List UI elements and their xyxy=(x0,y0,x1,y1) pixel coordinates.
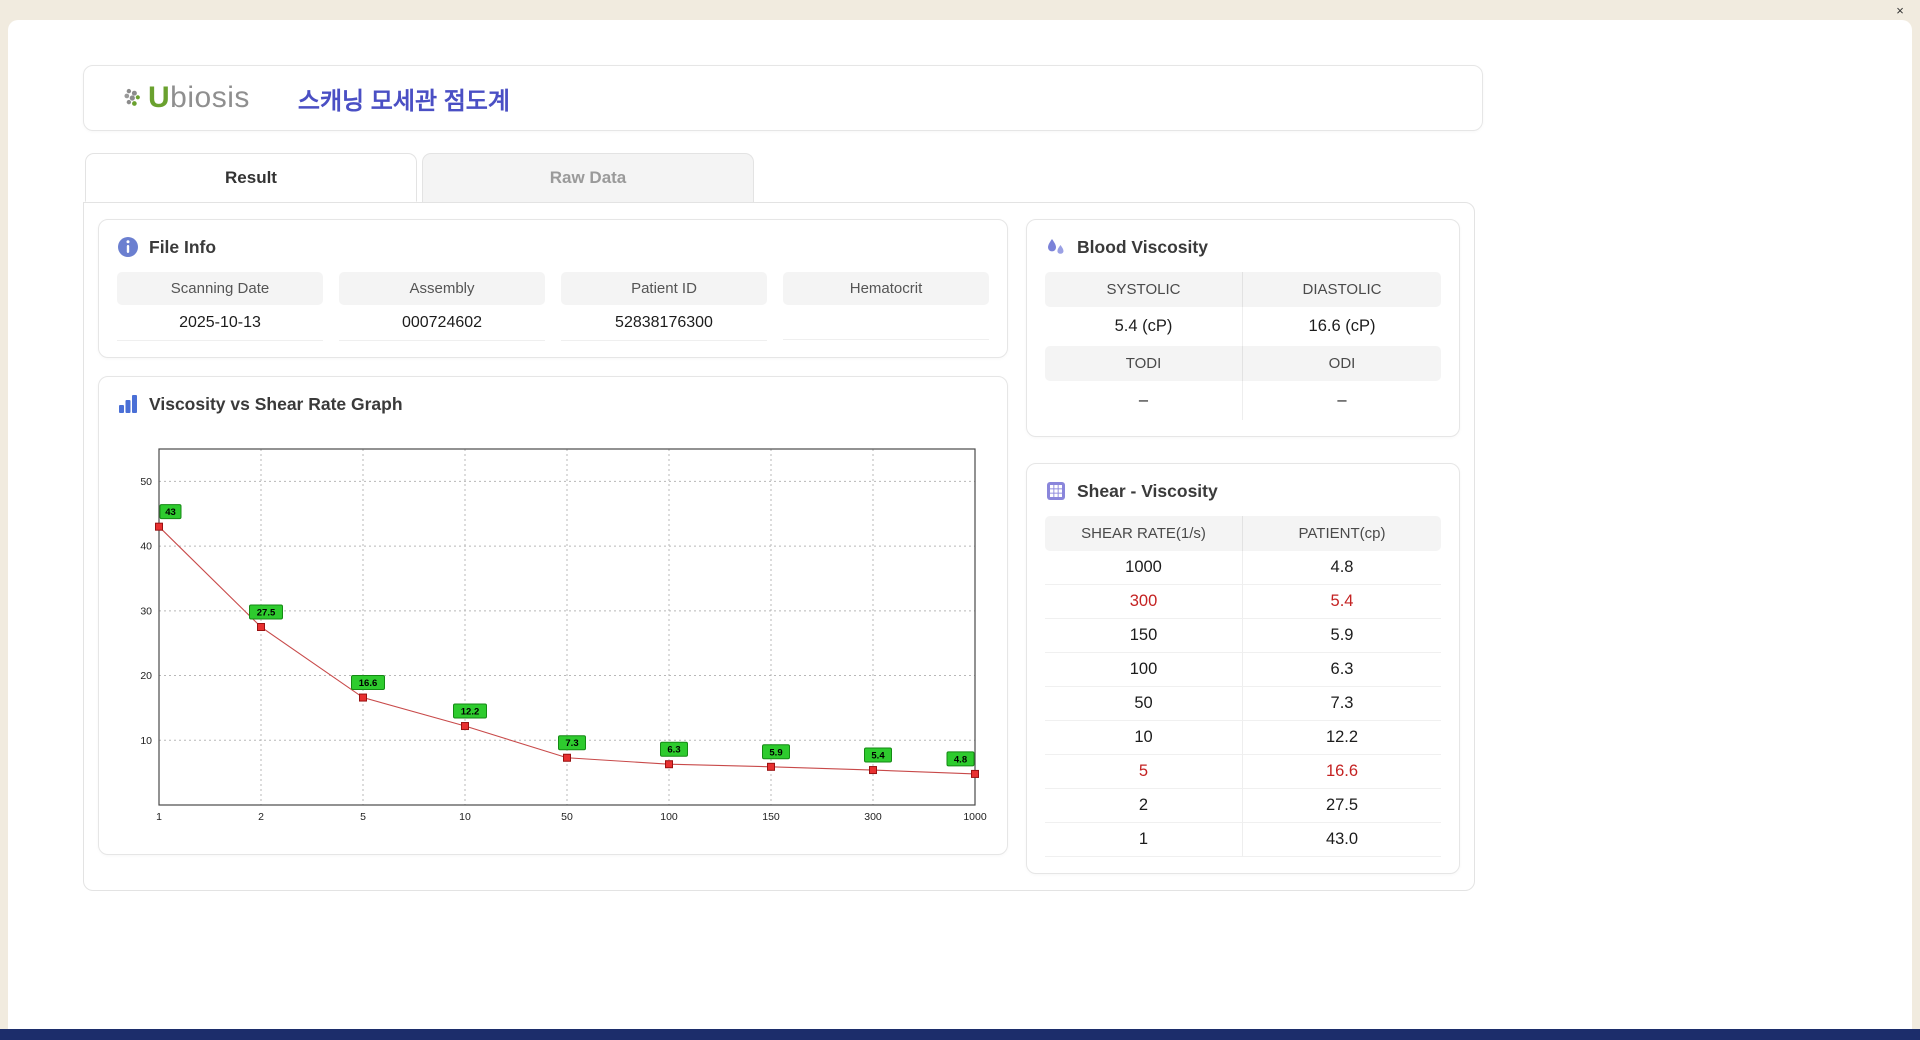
blood-viscosity-table: SYSTOLIC DIASTOLIC 5.4 (cP) 16.6 (cP) TO… xyxy=(1045,272,1441,420)
svg-text:5.4: 5.4 xyxy=(871,751,885,762)
svg-text:43: 43 xyxy=(165,507,176,518)
bar-chart-icon xyxy=(119,395,137,413)
sv-patient-value: 5.4 xyxy=(1243,585,1441,619)
tab-raw-data[interactable]: Raw Data xyxy=(422,153,754,202)
sv-patient-value: 5.9 xyxy=(1243,619,1441,653)
field-value: 2025-10-13 xyxy=(117,305,323,341)
svg-text:100: 100 xyxy=(660,811,678,823)
field-label: Hematocrit xyxy=(783,272,989,305)
shear-viscosity-panel: Shear - Viscosity SHEAR RATE(1/s) PATIEN… xyxy=(1026,463,1460,874)
svg-text:20: 20 xyxy=(140,670,152,682)
sv-shear-value: 100 xyxy=(1045,653,1243,687)
svg-text:4.8: 4.8 xyxy=(954,754,967,765)
window-close-icon[interactable]: × xyxy=(1892,2,1908,18)
tab-result[interactable]: Result xyxy=(85,153,417,202)
file-info-field-assembly: Assembly 000724602 xyxy=(339,272,545,341)
svg-text:1: 1 xyxy=(156,811,162,823)
sv-header-shear-rate: SHEAR RATE(1/s) xyxy=(1045,516,1243,551)
file-info-title: File Info xyxy=(149,236,217,257)
logo-letter-u: U xyxy=(148,81,171,114)
table-grid-icon xyxy=(1047,482,1065,500)
sv-patient-value: 12.2 xyxy=(1243,721,1441,755)
bv-header-diastolic: DIASTOLIC xyxy=(1243,272,1441,307)
blood-viscosity-panel: Blood Viscosity SYSTOLIC DIASTOLIC 5.4 (… xyxy=(1026,219,1460,437)
shear-viscosity-table: SHEAR RATE(1/s) PATIENT(cp) 1000 4.8 300… xyxy=(1045,516,1441,857)
bottom-taskbar-edge xyxy=(0,1029,1920,1040)
sv-shear-value: 1000 xyxy=(1045,551,1243,585)
sv-patient-value: 6.3 xyxy=(1243,653,1441,687)
sv-patient-value: 4.8 xyxy=(1243,551,1441,585)
svg-text:50: 50 xyxy=(561,811,573,823)
svg-text:1000: 1000 xyxy=(963,811,987,823)
svg-text:300: 300 xyxy=(864,811,882,823)
blood-viscosity-title: Blood Viscosity xyxy=(1077,236,1208,257)
sv-patient-value: 16.6 xyxy=(1243,755,1441,789)
sv-shear-value: 300 xyxy=(1045,585,1243,619)
viscosity-chart: 10 20 30 40 50 1 2 5 10 50 100 150 300 1000 43 27.5 16.6… xyxy=(117,429,989,838)
svg-text:40: 40 xyxy=(140,541,152,553)
file-info-panel: File Info Scanning Date 2025-10-13 Assem… xyxy=(98,219,1008,358)
sv-shear-value: 50 xyxy=(1045,687,1243,721)
app-header: Ubiosis 스캐닝 모세관 점도계 xyxy=(83,65,1483,131)
field-label: Scanning Date xyxy=(117,272,323,305)
viscosity-graph-panel: Viscosity vs Shear Rate Graph 10 20 30 40 50… xyxy=(98,376,1008,855)
viscosity-chart-svg: 10 20 30 40 50 1 2 5 10 50 100 150 300 1000 43 27.5 16.6… xyxy=(140,448,987,823)
svg-text:7.3: 7.3 xyxy=(565,738,578,749)
sv-shear-value: 5 xyxy=(1045,755,1243,789)
bv-header-systolic: SYSTOLIC xyxy=(1045,272,1243,307)
svg-text:10: 10 xyxy=(140,735,152,747)
bv-value-todi: – xyxy=(1045,381,1243,420)
svg-text:5: 5 xyxy=(360,811,366,823)
svg-text:50: 50 xyxy=(140,476,152,488)
bv-value-systolic: 5.4 (cP) xyxy=(1045,307,1243,346)
result-tab-panel: File Info Scanning Date 2025-10-13 Assem… xyxy=(83,202,1475,891)
svg-text:16.6: 16.6 xyxy=(359,678,378,689)
logo-rest: biosis xyxy=(170,81,250,114)
bv-value-diastolic: 16.6 (cP) xyxy=(1308,317,1376,335)
svg-text:150: 150 xyxy=(762,811,780,823)
main-window: Ubiosis 스캐닝 모세관 점도계 Result Raw Data File… xyxy=(8,20,1912,1029)
file-info-field-scanning-date: Scanning Date 2025-10-13 xyxy=(117,272,323,341)
svg-text:2: 2 xyxy=(258,811,264,823)
field-label: Patient ID xyxy=(561,272,767,305)
sv-shear-value: 2 xyxy=(1045,789,1243,823)
bv-value-odi: – xyxy=(1337,391,1347,409)
tab-bar: Result Raw Data xyxy=(85,153,1837,202)
app-title: 스캐닝 모세관 점도계 xyxy=(297,87,510,115)
graph-title: Viscosity vs Shear Rate Graph xyxy=(149,393,403,414)
field-value: 52838176300 xyxy=(561,305,767,341)
sv-shear-value: 10 xyxy=(1045,721,1243,755)
shear-viscosity-title: Shear - Viscosity xyxy=(1077,480,1218,501)
file-info-grid: Scanning Date 2025-10-13 Assembly 000724… xyxy=(117,272,989,341)
file-info-field-patient-id: Patient ID 52838176300 xyxy=(561,272,767,341)
info-icon xyxy=(118,237,138,257)
logo-text: Ubiosis xyxy=(148,81,250,115)
sv-shear-value: 1 xyxy=(1045,823,1243,857)
field-label: Assembly xyxy=(339,272,545,305)
svg-text:12.2: 12.2 xyxy=(461,707,480,718)
bv-header-odi: ODI xyxy=(1243,346,1441,381)
field-value: 000724602 xyxy=(339,305,545,341)
sv-patient-value: 7.3 xyxy=(1243,687,1441,721)
sv-header-patient: PATIENT(cp) xyxy=(1243,516,1441,551)
svg-text:10: 10 xyxy=(459,811,471,823)
svg-text:27.5: 27.5 xyxy=(257,608,276,619)
svg-text:30: 30 xyxy=(140,605,152,617)
svg-text:6.3: 6.3 xyxy=(667,745,680,756)
file-info-field-hematocrit: Hematocrit xyxy=(783,272,989,341)
sv-patient-value: 43.0 xyxy=(1243,823,1441,857)
droplets-icon xyxy=(1048,239,1064,254)
ubiosis-logo-icon xyxy=(124,88,140,106)
ubiosis-logo: Ubiosis xyxy=(122,81,250,115)
sv-shear-value: 150 xyxy=(1045,619,1243,653)
svg-text:5.9: 5.9 xyxy=(769,747,782,758)
bv-header-todi: TODI xyxy=(1045,346,1243,381)
field-value xyxy=(783,305,989,340)
window-titlebar: × xyxy=(0,0,1920,20)
sv-patient-value: 27.5 xyxy=(1243,789,1441,823)
